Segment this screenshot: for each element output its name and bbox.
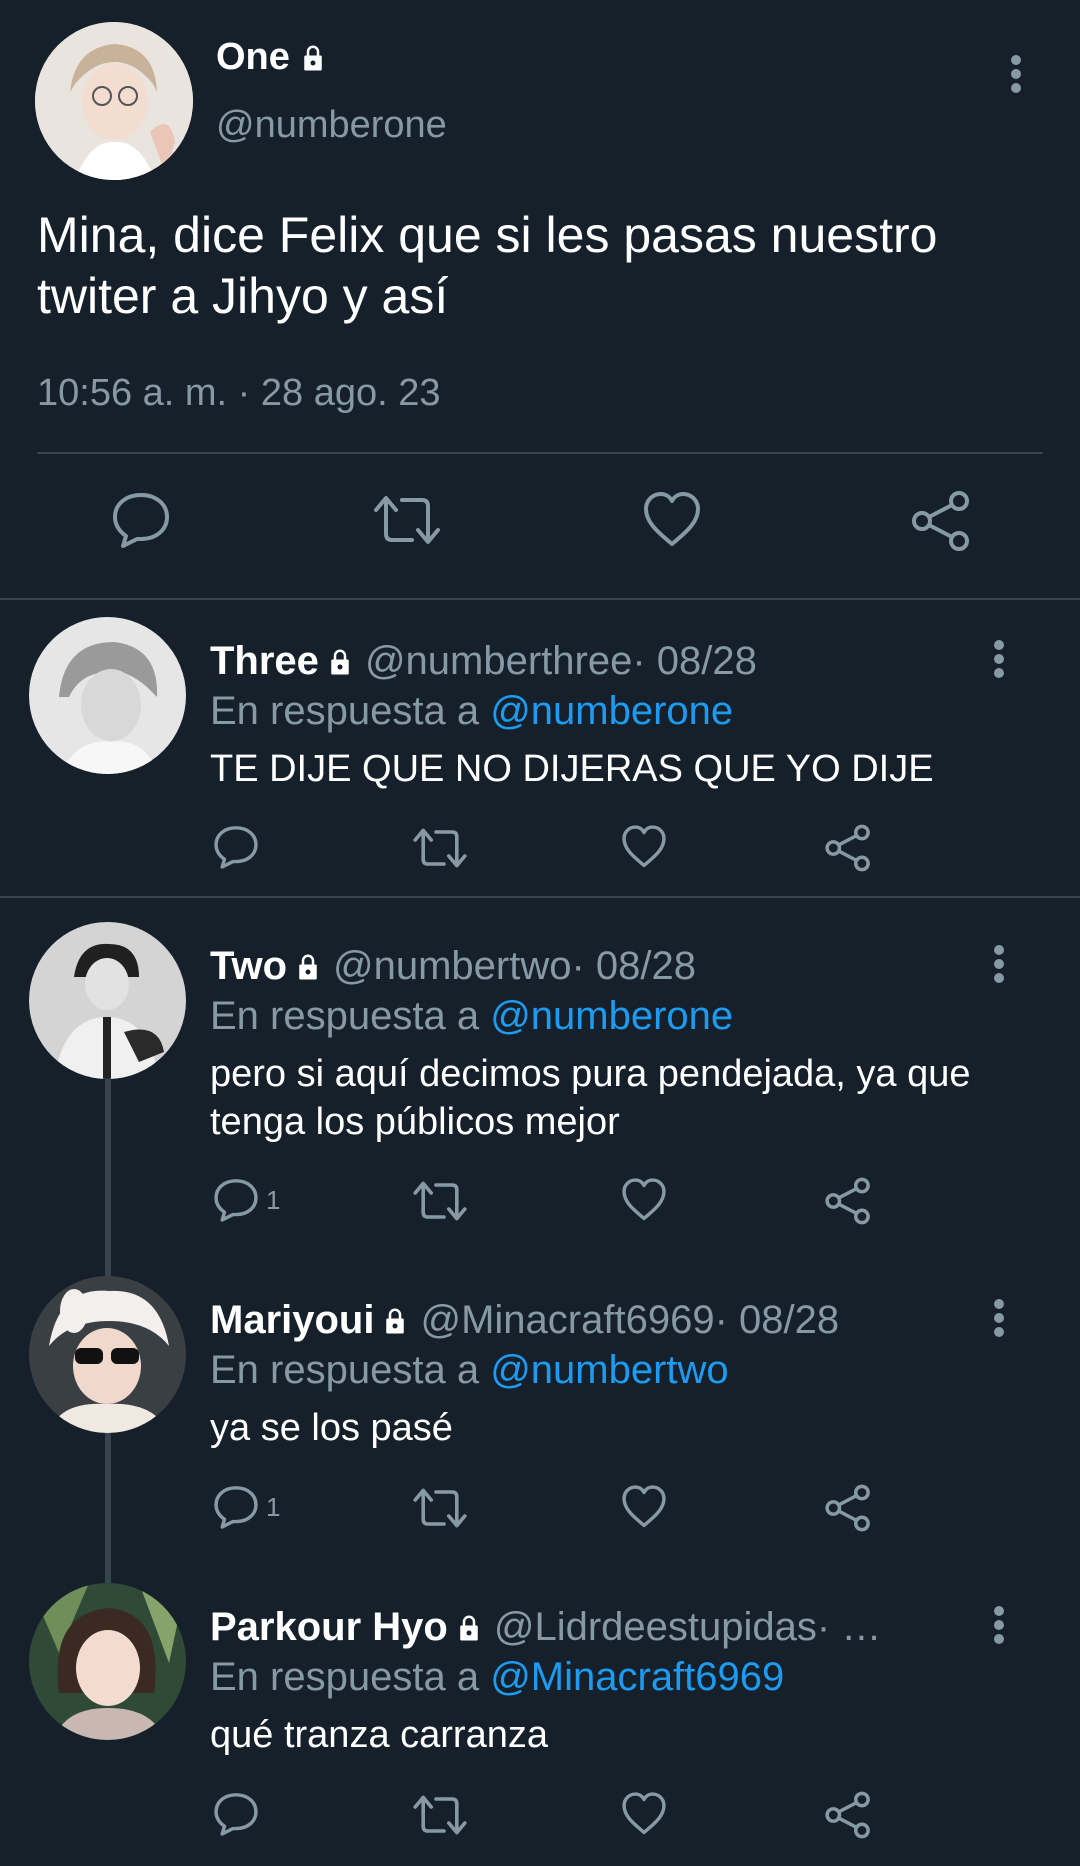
- tweet-date: · …: [816, 1605, 882, 1649]
- divider: [0, 598, 1080, 600]
- heart-icon[interactable]: [620, 824, 668, 870]
- retweet-icon[interactable]: [412, 1791, 468, 1839]
- reply-count: 1: [266, 1184, 281, 1215]
- author-handle[interactable]: @Minacraft6969: [420, 1298, 714, 1343]
- author-handle[interactable]: @numberone: [216, 104, 447, 147]
- mention-link[interactable]: @Minacraft6969: [490, 1655, 784, 1699]
- mention-link[interactable]: @numberone: [490, 689, 733, 733]
- tweet-timestamp[interactable]: 10:56 a. m. · 28 ago. 23: [37, 372, 441, 415]
- more-options-icon[interactable]: [993, 639, 1005, 679]
- share-icon[interactable]: [824, 1791, 872, 1839]
- avatar[interactable]: [35, 22, 193, 180]
- mention-link[interactable]: @numberone: [490, 994, 733, 1038]
- tweet-text: pero si aquí decimos pura pendejada, ya …: [210, 1053, 971, 1143]
- avatar[interactable]: [29, 1276, 186, 1433]
- tweet-text: qué tranza carranza: [210, 1714, 548, 1756]
- tweet-date: · 08/28: [714, 1298, 840, 1342]
- divider: [0, 896, 1080, 898]
- lock-icon: [325, 647, 355, 677]
- author-name[interactable]: Two: [210, 944, 287, 989]
- share-icon[interactable]: [824, 1177, 872, 1225]
- in-reply-label: En respuesta a: [210, 689, 491, 733]
- in-reply-label: En respuesta a: [210, 1655, 491, 1699]
- avatar[interactable]: [29, 617, 186, 774]
- author-handle[interactable]: @numbertwo: [333, 944, 571, 989]
- lock-icon: [298, 43, 328, 73]
- tweet-actions: 1: [0, 1177, 1080, 1233]
- reply-icon[interactable]: 1: [212, 1177, 280, 1223]
- author-name[interactable]: Mariyoui: [210, 1298, 374, 1343]
- author-name[interactable]: Three: [210, 639, 319, 684]
- share-icon[interactable]: [824, 1484, 872, 1532]
- reply-header: Parkour Hyo @Lidrdeestupidas · …: [210, 1605, 881, 1650]
- tweet-actions: [0, 490, 1080, 560]
- tweet-date: · 08/28: [571, 944, 697, 988]
- tweet-actions: 1: [0, 1484, 1080, 1540]
- retweet-icon[interactable]: [412, 824, 468, 872]
- heart-icon[interactable]: [620, 1484, 668, 1530]
- avatar[interactable]: [29, 1583, 186, 1740]
- lock-icon: [380, 1306, 410, 1336]
- reply-header: Three @numberthree · 08/28: [210, 639, 757, 684]
- author-handle[interactable]: @Lidrdeestupidas: [494, 1605, 817, 1650]
- reply-icon[interactable]: [212, 1791, 266, 1837]
- share-icon[interactable]: [824, 824, 872, 872]
- heart-icon[interactable]: [641, 490, 703, 550]
- author-name-text: One: [216, 36, 290, 78]
- reply-icon[interactable]: 1: [212, 1484, 280, 1530]
- retweet-icon[interactable]: [372, 490, 442, 550]
- tweet-text: TE DIJE QUE NO DIJERAS QUE YO DIJE: [210, 748, 934, 790]
- in-reply-to: En respuesta a @numberone: [210, 994, 733, 1039]
- tweet-text: Mina, dice Felix que si les pasas nuestr…: [37, 207, 938, 324]
- heart-icon[interactable]: [620, 1791, 668, 1837]
- lock-icon: [293, 952, 323, 982]
- mention-link[interactable]: @numbertwo: [490, 1348, 728, 1392]
- more-options-icon[interactable]: [993, 1298, 1005, 1338]
- retweet-icon[interactable]: [412, 1484, 468, 1532]
- tweet-date: · 08/28: [632, 639, 757, 683]
- reply-icon[interactable]: [110, 490, 172, 550]
- reply-count: 1: [266, 1491, 281, 1522]
- more-options-icon[interactable]: [1010, 54, 1022, 94]
- in-reply-label: En respuesta a: [210, 1348, 491, 1392]
- reply-header: Two @numbertwo · 08/28: [210, 944, 696, 989]
- tweet-thread-screen: One @numberone Mina, dice Felix que si l…: [0, 0, 1080, 1866]
- more-options-icon[interactable]: [993, 1605, 1005, 1645]
- in-reply-to: En respuesta a @Minacraft6969: [210, 1655, 784, 1700]
- tweet-actions: [0, 1791, 1080, 1847]
- author-name[interactable]: One: [216, 36, 328, 79]
- retweet-icon[interactable]: [412, 1177, 468, 1225]
- in-reply-to: En respuesta a @numberone: [210, 689, 733, 734]
- reply-header: Mariyoui @Minacraft6969 · 08/28: [210, 1298, 839, 1343]
- in-reply-to: En respuesta a @numbertwo: [210, 1348, 729, 1393]
- in-reply-label: En respuesta a: [210, 994, 491, 1038]
- main-tweet: One @numberone Mina, dice Felix que si l…: [0, 0, 1080, 600]
- avatar[interactable]: [29, 922, 186, 1079]
- tweet-actions: [0, 824, 1080, 880]
- reply-icon[interactable]: [212, 824, 266, 870]
- tweet-text: ya se los pasé: [210, 1407, 453, 1449]
- share-icon[interactable]: [910, 490, 972, 552]
- lock-icon: [454, 1613, 484, 1643]
- divider: [37, 452, 1043, 454]
- more-options-icon[interactable]: [993, 944, 1005, 984]
- heart-icon[interactable]: [620, 1177, 668, 1223]
- author-name[interactable]: Parkour Hyo: [210, 1605, 448, 1650]
- author-handle[interactable]: @numberthree: [365, 639, 632, 684]
